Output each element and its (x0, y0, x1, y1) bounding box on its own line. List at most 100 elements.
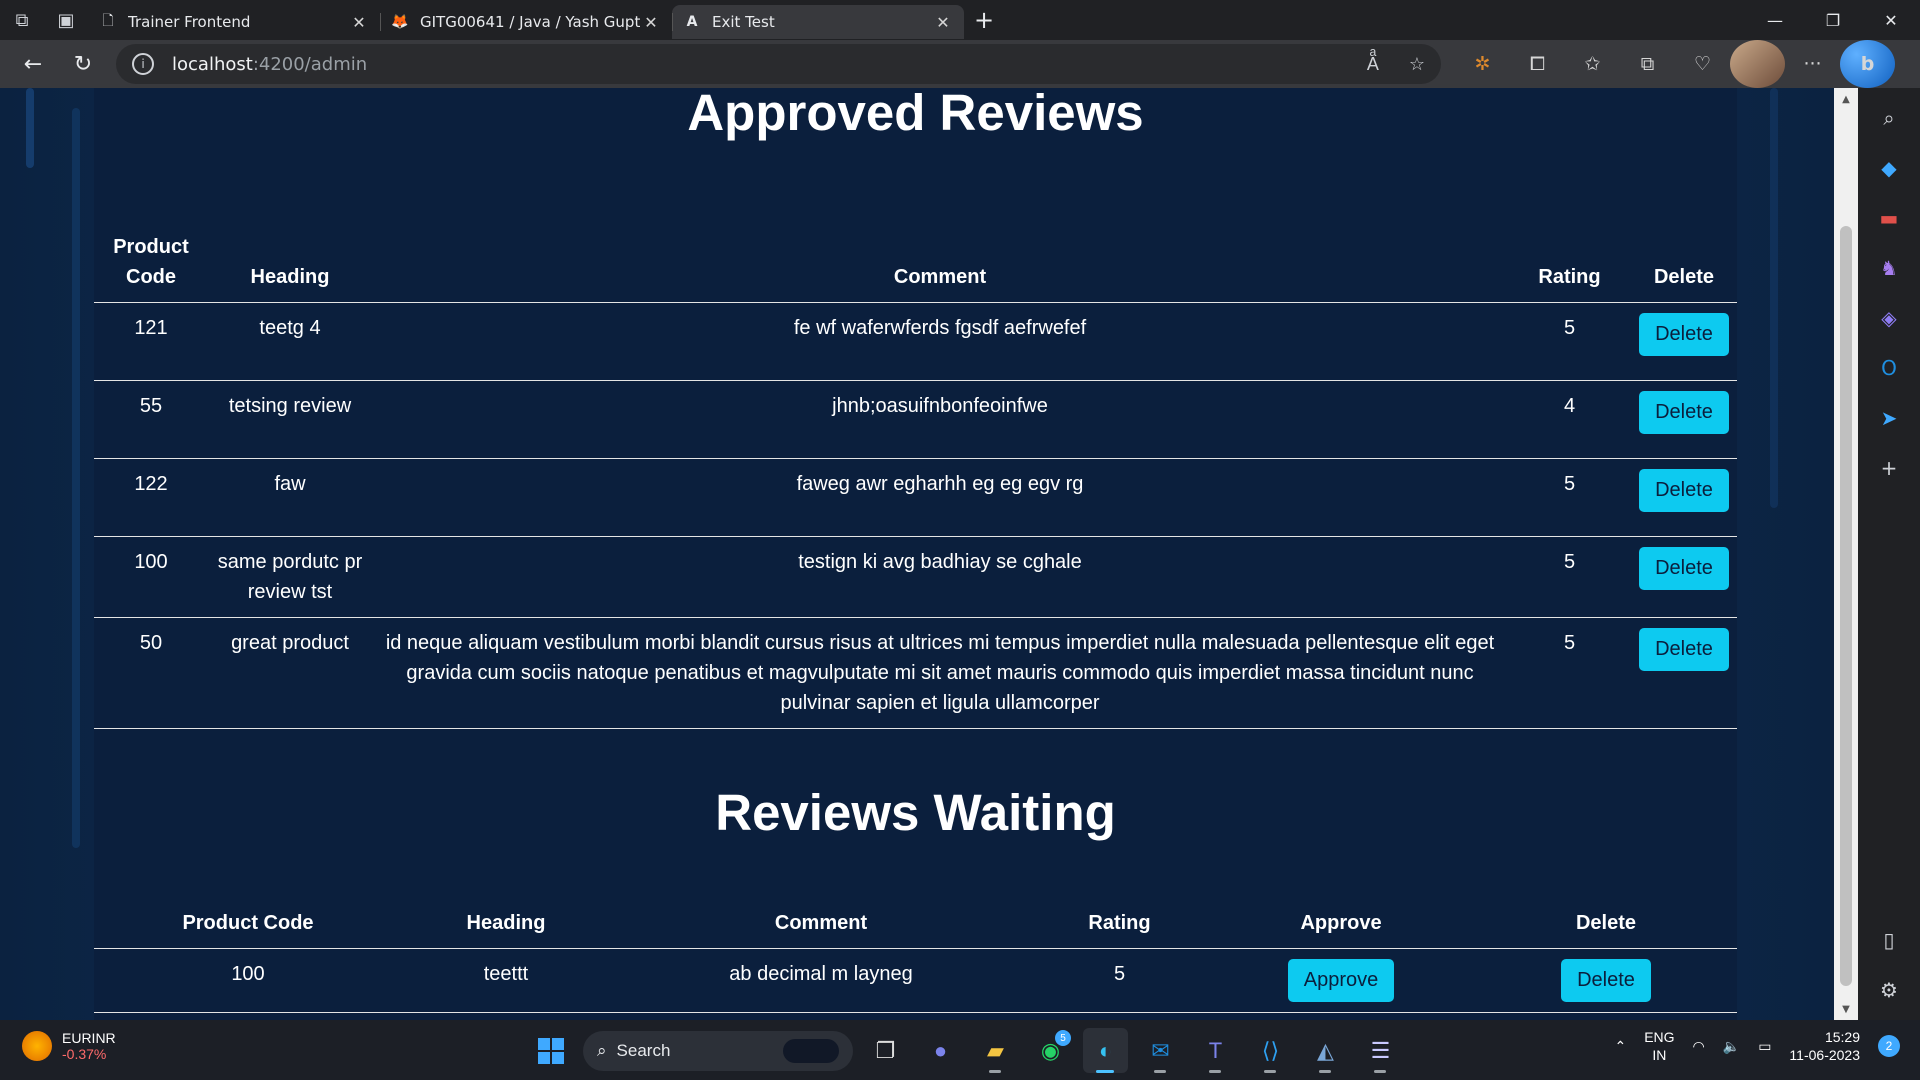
table-row: 55 tetsing review jhnb;oasuifnbonfeoinfw… (94, 380, 1737, 459)
col-header-comment: Comment (610, 908, 1032, 949)
cell-rating: 4 (1508, 380, 1631, 459)
refresh-button[interactable]: ↻ (58, 40, 108, 88)
close-tab-icon[interactable]: ✕ (348, 13, 370, 32)
tools-briefcase-icon[interactable]: ▬ (1869, 198, 1909, 238)
new-tab-button[interactable]: + (964, 0, 1004, 40)
delete-button[interactable]: Delete (1639, 547, 1729, 590)
approve-button[interactable]: Approve (1287, 959, 1395, 1002)
outlook-icon[interactable]: O (1869, 348, 1909, 388)
delete-button[interactable]: Delete (1639, 313, 1729, 356)
cell-approve: Approve (1207, 948, 1475, 1013)
copilot-icon[interactable]: ◈ (1869, 298, 1909, 338)
settings-gear-icon[interactable]: ⚙ (1869, 970, 1909, 1010)
bing-copilot-icon[interactable]: b (1840, 40, 1895, 88)
scroll-down-arrow-icon[interactable]: ▼ (1834, 998, 1858, 1020)
reviews-waiting-table: Product Code Heading Comment Rating Appr… (94, 908, 1737, 1013)
teams-chat-icon[interactable]: ● (918, 1028, 963, 1073)
table-header-row: Product Code Heading Comment Rating Dele… (94, 232, 1737, 303)
whatsapp-icon[interactable]: ◉ 5 (1028, 1028, 1073, 1073)
ticker-widget[interactable]: EURINR -0.37% (22, 1030, 116, 1062)
search-label: Search (616, 1040, 671, 1060)
close-tab-icon[interactable]: ✕ (932, 13, 954, 32)
notification-count[interactable]: 2 (1878, 1035, 1900, 1057)
battery-icon[interactable]: ▭ (1758, 1038, 1771, 1055)
col-header-rating: Rating (1508, 232, 1631, 303)
file-explorer-icon[interactable]: ▰ (973, 1028, 1018, 1073)
browser-toolbar: ← ↻ i localhost:4200/admin Aͣ ☆ ✲ ⧠ ✩ ⧉ … (0, 40, 1920, 88)
more-menu-icon[interactable]: ··· (1785, 40, 1840, 88)
cell-delete: Delete (1631, 380, 1737, 459)
address-bar[interactable]: i localhost:4200/admin Aͣ ☆ (116, 44, 1441, 84)
taskbar-search[interactable]: ⌕ Search (583, 1030, 853, 1071)
search-icon[interactable]: ⌕ (1869, 98, 1909, 138)
ticker-change: -0.37% (62, 1046, 107, 1062)
scroll-up-arrow-icon[interactable]: ▲ (1834, 88, 1858, 110)
read-aloud-icon[interactable]: Aͣ (1367, 54, 1379, 75)
vscode-icon[interactable]: ⟨⟩ (1248, 1028, 1293, 1073)
table-header-row: Product Code Heading Comment Rating Appr… (94, 908, 1737, 949)
start-button[interactable] (528, 1028, 573, 1073)
col-header-heading: Heading (208, 232, 372, 303)
url-host: localhost (172, 53, 253, 75)
windows-logo-icon (537, 1037, 564, 1064)
page-scrollbar[interactable]: ▲ ▼ (1834, 88, 1858, 1020)
tab-actions-icon[interactable]: ▣ (44, 0, 88, 40)
restore-window-button[interactable]: ❐ (1804, 0, 1862, 40)
volume-icon[interactable]: 🔈 (1723, 1038, 1740, 1055)
delete-button[interactable]: Delete (1639, 469, 1729, 512)
approved-reviews-title: Approved Reviews (687, 88, 1144, 141)
send-icon[interactable]: ➤ (1869, 398, 1909, 438)
browser-essentials-icon[interactable]: ♡ (1675, 40, 1730, 88)
page-viewport: Approved Reviews Product Code Heading Co… (0, 88, 1834, 1020)
browser-tab-gitlab[interactable]: 🦊 GITG00641 / Java / Yash Gupta · C ✕ (380, 5, 672, 39)
browser-tab-exit-test[interactable]: A Exit Test ✕ (672, 5, 964, 39)
delete-button[interactable]: Delete (1639, 391, 1729, 434)
games-icon[interactable]: ♞ (1869, 248, 1909, 288)
cell-product-code: 100 (94, 948, 402, 1013)
clock[interactable]: 15:29 11-06-2023 (1789, 1028, 1860, 1064)
tab-title: Trainer Frontend (128, 13, 251, 31)
delete-button[interactable]: Delete (1639, 628, 1729, 671)
extensions-puzzle-icon[interactable]: ⧠ (1510, 40, 1565, 88)
edge-browser-icon[interactable]: ◐ (1083, 1028, 1128, 1073)
cell-rating: 5 (1508, 458, 1631, 537)
cell-heading: teetg 4 (208, 302, 372, 381)
workspaces-icon[interactable]: ⧉ (0, 0, 44, 40)
cell-delete: Delete (1475, 948, 1737, 1013)
tab-title: GITG00641 / Java / Yash Gupta · C (420, 13, 640, 31)
browser-tab-trainer-frontend[interactable]: 🗋 Trainer Frontend ✕ (88, 5, 380, 39)
cell-rating: 5 (1032, 948, 1207, 1013)
shopping-tag-icon[interactable]: ◆ (1869, 148, 1909, 188)
close-window-button[interactable]: ✕ (1862, 0, 1920, 40)
eclipse-icon[interactable]: ☰ (1358, 1028, 1403, 1073)
database-tool-icon[interactable]: ◭ (1303, 1028, 1348, 1073)
show-hidden-icons-chevron-icon[interactable]: ⌃ (1614, 1038, 1626, 1055)
cell-delete: Delete (1631, 617, 1737, 729)
back-button[interactable]: ← (8, 40, 58, 88)
collections-icon[interactable]: ⧉ (1620, 40, 1675, 88)
site-info-icon[interactable]: i (132, 53, 154, 75)
task-view-icon[interactable]: ❐ (863, 1028, 908, 1073)
extension-icon[interactable]: ✲ (1455, 40, 1510, 88)
col-header-comment: Comment (372, 232, 1508, 303)
profile-avatar[interactable] (1730, 40, 1785, 88)
input-language[interactable]: ENG IN (1644, 1028, 1674, 1064)
col-header-approve: Approve (1207, 908, 1475, 949)
outlook-icon[interactable]: ✉ (1138, 1028, 1183, 1073)
cell-delete: Delete (1631, 536, 1737, 618)
favorites-icon[interactable]: ✩ (1565, 40, 1620, 88)
hide-sidebar-icon[interactable]: ▯ (1869, 920, 1909, 960)
cell-rating: 5 (1508, 617, 1631, 729)
language-region: IN (1652, 1047, 1667, 1063)
teams-icon[interactable]: T (1193, 1028, 1238, 1073)
close-tab-icon[interactable]: ✕ (640, 13, 662, 32)
cell-heading: faw (208, 458, 372, 537)
scrollbar-thumb[interactable] (1840, 226, 1852, 986)
wifi-icon[interactable]: ◠ (1693, 1038, 1705, 1055)
cell-product-code: 122 (94, 458, 208, 537)
favorite-star-icon[interactable]: ☆ (1409, 54, 1425, 75)
delete-button[interactable]: Delete (1561, 959, 1651, 1002)
add-sidebar-app-icon[interactable]: + (1869, 448, 1909, 488)
clock-date: 11-06-2023 (1789, 1047, 1860, 1063)
minimize-window-button[interactable]: — (1746, 0, 1804, 40)
